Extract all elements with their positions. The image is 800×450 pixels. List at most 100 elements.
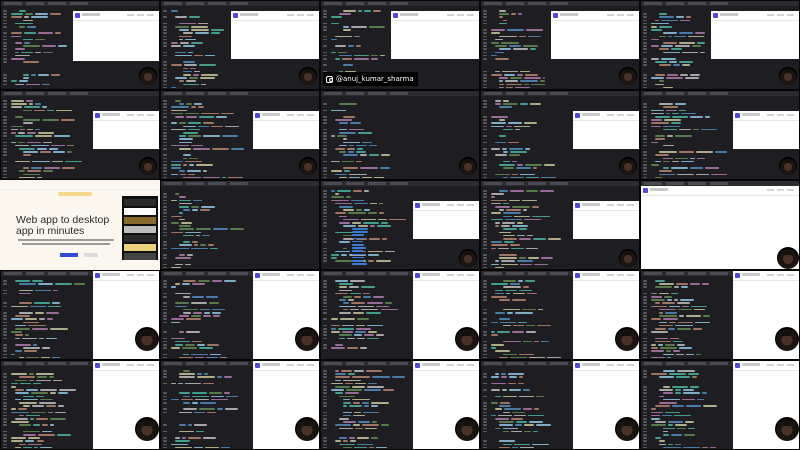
app-title-bar: [253, 271, 319, 281]
video-thumbnail[interactable]: [480, 270, 640, 360]
app-title-bar: [93, 271, 159, 281]
app-logo-icon: [255, 112, 260, 118]
app-preview-window: [573, 111, 639, 149]
app-logo-icon: [575, 202, 580, 208]
editor-tab-bar: [321, 91, 479, 96]
presenter-avatar: [615, 327, 639, 351]
video-thumbnail[interactable]: [160, 90, 320, 180]
video-thumbnail[interactable]: [0, 270, 160, 360]
presenter-avatar: [455, 417, 479, 441]
app-title-bar: [253, 111, 319, 121]
app-preview-window: [73, 11, 159, 61]
app-logo-icon: [415, 202, 420, 208]
app-logo-icon: [575, 112, 580, 118]
video-thumbnail[interactable]: [640, 0, 800, 90]
app-preview-window: [93, 111, 159, 149]
presenter-avatar: [775, 417, 799, 441]
app-title-bar: [73, 11, 159, 21]
presenter-avatar: [779, 67, 797, 85]
video-thumbnail[interactable]: [0, 90, 160, 180]
context-menu-preview: [122, 196, 158, 260]
editor-tab-bar: [161, 91, 319, 96]
video-thumbnail[interactable]: [320, 90, 480, 180]
app-preview-window: [711, 11, 799, 59]
presenter-avatar: [459, 157, 477, 175]
app-preview-window: [231, 11, 319, 59]
app-logo-icon: [415, 272, 420, 278]
video-thumbnail[interactable]: [320, 270, 480, 360]
video-thumbnail[interactable]: [480, 90, 640, 180]
presenter-avatar: [135, 327, 159, 351]
app-preview-window: [551, 11, 639, 59]
app-title-bar: [551, 11, 639, 21]
video-thumbnail[interactable]: [160, 270, 320, 360]
presenter-avatar: [295, 417, 319, 441]
editor-tab-bar: [161, 181, 319, 186]
video-thumbnail[interactable]: [320, 360, 480, 450]
editor-tab-bar: [1, 91, 159, 96]
hero-headline: Web app to desktop app in minutes: [16, 214, 110, 237]
video-thumbnail[interactable]: [160, 180, 320, 270]
announcement-pill: [58, 192, 92, 196]
landing-page-header: [0, 180, 160, 190]
video-thumbnail[interactable]: [0, 0, 160, 90]
app-preview-window: [573, 201, 639, 239]
app-preview-window: [253, 111, 319, 149]
presenter-avatar: [619, 249, 637, 267]
app-logo-icon: [393, 12, 398, 18]
video-thumbnail[interactable]: [160, 360, 320, 450]
presenter-avatar: [295, 327, 319, 351]
app-title-bar: [573, 361, 639, 371]
app-title-bar: [573, 201, 639, 211]
editor-tab-bar: [481, 1, 639, 6]
app-title-bar: [93, 111, 159, 121]
presenter-avatar: [459, 249, 477, 267]
video-thumbnail[interactable]: [0, 360, 160, 450]
app-logo-icon: [95, 272, 100, 278]
app-title-bar: [733, 111, 799, 121]
video-thumbnail[interactable]: [160, 0, 320, 90]
video-thumbnail[interactable]: [480, 180, 640, 270]
app-title-bar: [93, 361, 159, 371]
app-title-bar: [253, 361, 319, 371]
hero-subtext-line: [22, 243, 110, 245]
presenter-avatar: [779, 157, 797, 175]
editor-tab-bar: [641, 91, 799, 96]
presenter-avatar: [139, 67, 157, 85]
app-logo-icon: [553, 12, 558, 18]
video-thumbnail[interactable]: [640, 360, 800, 450]
app-logo-icon: [415, 362, 420, 368]
video-thumbnail[interactable]: [480, 360, 640, 450]
instagram-handle: @anuj_kumar_sharma: [336, 75, 414, 83]
app-logo-icon: [575, 272, 580, 278]
app-preview-window: [733, 111, 799, 149]
app-title-bar: [413, 361, 479, 371]
app-title-bar: [733, 361, 799, 371]
video-thumbnail[interactable]: [640, 90, 800, 180]
code-editor: [161, 181, 319, 269]
editor-tab-bar: [481, 181, 639, 186]
video-thumbnail[interactable]: [640, 180, 800, 270]
app-preview-window: [391, 11, 479, 59]
video-thumbnail[interactable]: [640, 270, 800, 360]
video-thumbnail[interactable]: [320, 180, 480, 270]
presenter-avatar: [135, 417, 159, 441]
code-editor: [321, 91, 479, 179]
get-started-button[interactable]: [60, 253, 78, 257]
app-title-bar: [711, 11, 799, 21]
secondary-button[interactable]: [84, 253, 98, 257]
app-logo-icon: [713, 12, 718, 18]
app-title-bar: [573, 271, 639, 281]
editor-tab-bar: [321, 1, 479, 6]
editor-tab-bar: [161, 1, 319, 6]
presenter-avatar: [775, 327, 799, 351]
app-title-bar: [231, 11, 319, 21]
app-logo-icon: [95, 112, 100, 118]
editor-tab-bar: [1, 1, 159, 6]
app-logo-icon: [643, 187, 648, 193]
app-logo-icon: [255, 272, 260, 278]
app-logo-icon: [575, 362, 580, 368]
video-thumbnail[interactable]: [480, 0, 640, 90]
autocomplete-list: [352, 228, 368, 268]
app-logo-icon: [735, 272, 740, 278]
